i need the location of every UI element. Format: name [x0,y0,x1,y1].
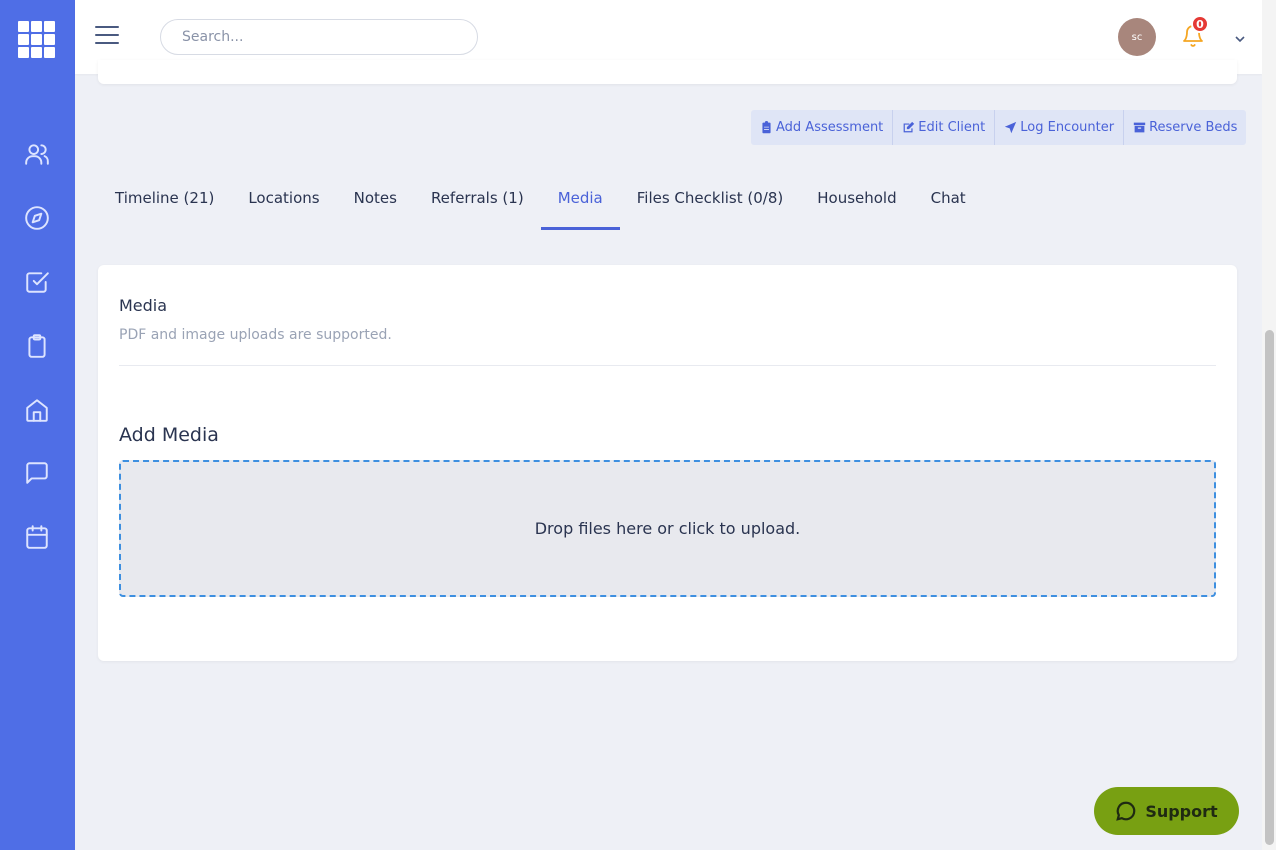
archive-icon [1133,122,1146,133]
home-icon[interactable] [22,395,52,425]
scrollbar-thumb[interactable] [1265,330,1274,845]
add-media-heading: Add Media [119,424,219,446]
edit-client-label: Edit Client [918,120,986,135]
edit-client-button[interactable]: Edit Client [893,110,996,145]
tab-chat[interactable]: Chat [914,180,983,230]
avatar[interactable]: sc [1118,18,1156,56]
support-button[interactable]: Support [1094,787,1239,835]
tab-media[interactable]: Media [540,180,620,230]
tab-referrals[interactable]: Referrals (1) [414,180,541,230]
divider [119,365,1216,366]
reserve-beds-label: Reserve Beds [1149,120,1238,135]
chat-bubble-icon [1116,801,1136,821]
menu-icon[interactable] [95,26,119,48]
notification-badge: 0 [1191,15,1209,33]
log-encounter-label: Log Encounter [1020,120,1115,135]
file-dropzone[interactable]: Drop files here or click to upload. [119,460,1216,597]
sidebar [0,0,75,850]
tab-household[interactable]: Household [800,180,913,230]
app-grid-icon[interactable] [18,21,57,58]
reserve-beds-button[interactable]: Reserve Beds [1124,110,1246,145]
support-label: Support [1145,801,1218,821]
clipboard-icon[interactable] [22,331,52,361]
location-arrow-icon [1005,121,1017,134]
log-encounter-button[interactable]: Log Encounter [995,110,1125,145]
compass-icon[interactable] [22,203,52,233]
tab-locations[interactable]: Locations [231,180,336,230]
add-assessment-label: Add Assessment [776,120,884,135]
calendar-icon[interactable] [22,522,52,552]
media-subtitle: PDF and image uploads are supported. [119,327,392,343]
dropzone-text: Drop files here or click to upload. [534,519,801,538]
tab-timeline[interactable]: Timeline (21) [98,180,231,230]
add-assessment-button[interactable]: Add Assessment [751,110,894,145]
media-title: Media [119,296,168,315]
checkbox-icon[interactable] [22,267,52,297]
tab-files-checklist[interactable]: Files Checklist (0/8) [620,180,800,230]
users-icon[interactable] [22,139,52,169]
chat-icon[interactable] [22,458,52,488]
clipboard-icon [762,121,771,134]
search-input[interactable] [160,19,478,55]
client-card [98,60,1237,84]
tab-bar: Timeline (21) Locations Notes Referrals … [98,180,983,230]
chevron-down-icon[interactable] [1234,30,1246,43]
media-card: Media PDF and image uploads are supporte… [98,265,1237,661]
action-bar: Add Assessment Edit Client Log Encounter… [751,110,1247,145]
edit-icon [903,121,915,133]
tab-notes[interactable]: Notes [337,180,414,230]
